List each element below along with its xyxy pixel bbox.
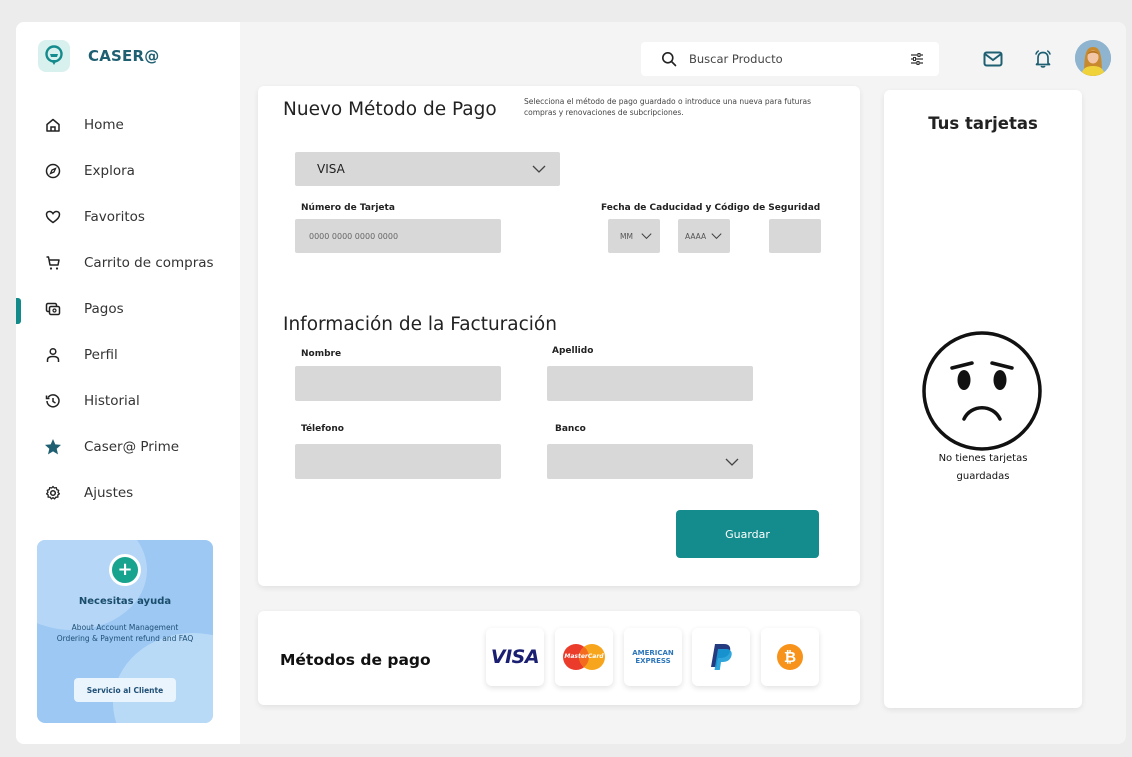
payment-description: Selecciona el método de pago guardado o … <box>524 97 812 117</box>
chevron-down-icon <box>711 233 722 240</box>
heart-icon <box>42 206 64 228</box>
sidebar-item-label: Carrito de compras <box>84 255 214 271</box>
sidebar-item-label: Perfil <box>84 347 118 363</box>
surname-input[interactable] <box>547 366 753 401</box>
search-bar <box>641 42 939 76</box>
amex-logo-text: AMERICAN EXPRESS <box>632 649 674 665</box>
mastercard-logo[interactable]: MasterCard <box>555 628 613 686</box>
sidebar-item-historial[interactable]: Historial <box>16 378 240 424</box>
surname-label: Apellido <box>552 346 594 356</box>
customer-service-button[interactable]: Servicio al Cliente <box>74 678 176 702</box>
phone-label: Télefono <box>301 424 344 434</box>
plus-icon[interactable]: + <box>109 554 141 586</box>
gear-icon <box>42 482 64 504</box>
billing-title: Información de la Facturación <box>283 314 557 335</box>
home-icon <box>42 114 64 136</box>
sidebar-item-label: Caser@ Prime <box>84 439 180 455</box>
saved-cards-title: Tus tarjetas <box>928 114 1038 133</box>
sidebar-item-label: Historial <box>84 393 140 409</box>
sidebar-item-ajustes[interactable]: Ajustes <box>16 470 240 516</box>
bank-label: Banco <box>555 424 586 434</box>
brand-logo-icon <box>38 40 70 72</box>
compass-icon <box>42 160 64 182</box>
chevron-down-icon <box>532 165 546 173</box>
svg-text:₿: ₿ <box>784 648 796 666</box>
sad-face-icon <box>922 331 1042 451</box>
avatar[interactable] <box>1075 40 1111 76</box>
sidebar-item-label: Pagos <box>84 301 124 317</box>
visa-logo[interactable]: VISA <box>486 628 544 686</box>
cart-icon <box>42 252 64 274</box>
bank-select[interactable] <box>547 444 753 479</box>
search-input[interactable] <box>689 52 869 66</box>
page-title: Nuevo Método de Pago <box>283 99 497 120</box>
filter-icon[interactable] <box>909 51 925 67</box>
mastercard-logo-text: MasterCard <box>564 653 604 660</box>
phone-input[interactable] <box>295 444 501 479</box>
sidebar-item-home[interactable]: Home <box>16 102 240 148</box>
bitcoin-logo[interactable]: ₿ <box>761 628 819 686</box>
sidebar-item-perfil[interactable]: Perfil <box>16 332 240 378</box>
payments-icon <box>42 298 64 320</box>
name-label: Nombre <box>301 349 342 359</box>
history-icon <box>42 390 64 412</box>
payment-methods-title: Métodos de pago <box>280 651 431 669</box>
card-type-value: VISA <box>317 162 345 176</box>
card-number-input[interactable] <box>295 219 501 253</box>
payment-methods-card: Métodos de pago VISA MasterCard AMERICAN… <box>258 611 860 705</box>
help-card: + Necesitas ayuda About Account Manageme… <box>37 540 213 723</box>
sidebar-item-favoritos[interactable]: Favoritos <box>16 194 240 240</box>
chevron-down-icon <box>641 233 652 240</box>
sidebar-item-label: Home <box>84 117 124 133</box>
chevron-down-icon <box>725 458 739 466</box>
visa-logo-text: VISA <box>490 646 540 668</box>
sidebar-item-label: Favoritos <box>84 209 145 225</box>
sidebar-item-pagos[interactable]: Pagos <box>16 286 240 332</box>
bell-icon[interactable] <box>1030 46 1056 72</box>
card-type-select[interactable]: VISA <box>295 152 560 186</box>
active-indicator <box>16 298 21 324</box>
help-text: About Account Management Ordering & Paym… <box>56 623 194 643</box>
user-icon <box>42 344 64 366</box>
brand[interactable]: CASER@ <box>38 40 159 72</box>
save-button[interactable]: Guardar <box>676 510 819 558</box>
mail-icon[interactable] <box>980 46 1006 72</box>
payment-form-card: Nuevo Método de Pago Selecciona el métod… <box>258 86 860 586</box>
empty-state-text: No tienes tarjetas guardadas <box>938 453 1028 482</box>
sidebar-item-label: Explora <box>84 163 135 179</box>
search-icon <box>662 52 677 67</box>
month-value: MM <box>620 231 633 241</box>
sidebar-nav: Home Explora Favoritos Carrito de compra… <box>16 102 240 516</box>
name-input[interactable] <box>295 366 501 401</box>
amex-logo[interactable]: AMERICAN EXPRESS <box>624 628 682 686</box>
help-title: Necesitas ayuda <box>78 596 172 607</box>
security-code-input[interactable] <box>769 219 821 253</box>
expiry-year-select[interactable]: AAAA <box>678 219 730 253</box>
sidebar-item-explora[interactable]: Explora <box>16 148 240 194</box>
star-icon <box>42 436 64 458</box>
sidebar-item-prime[interactable]: Caser@ Prime <box>16 424 240 470</box>
saved-cards-panel: Tus tarjetas No tienes tarjetas guardada… <box>884 90 1082 708</box>
brand-name: CASER@ <box>88 47 160 65</box>
card-number-label: Número de Tarjeta <box>301 203 395 213</box>
year-value: AAAA <box>685 231 707 241</box>
sidebar: CASER@ Home Explora Favoritos Carrito de… <box>16 22 240 744</box>
app-window: CASER@ Home Explora Favoritos Carrito de… <box>16 22 1126 744</box>
expiry-month-select[interactable]: MM <box>608 219 660 253</box>
sidebar-item-label: Ajustes <box>84 485 134 501</box>
paypal-logo[interactable] <box>692 628 750 686</box>
sidebar-item-carrito[interactable]: Carrito de compras <box>16 240 240 286</box>
expiry-label: Fecha de Caducidad y Código de Seguridad <box>601 203 821 213</box>
